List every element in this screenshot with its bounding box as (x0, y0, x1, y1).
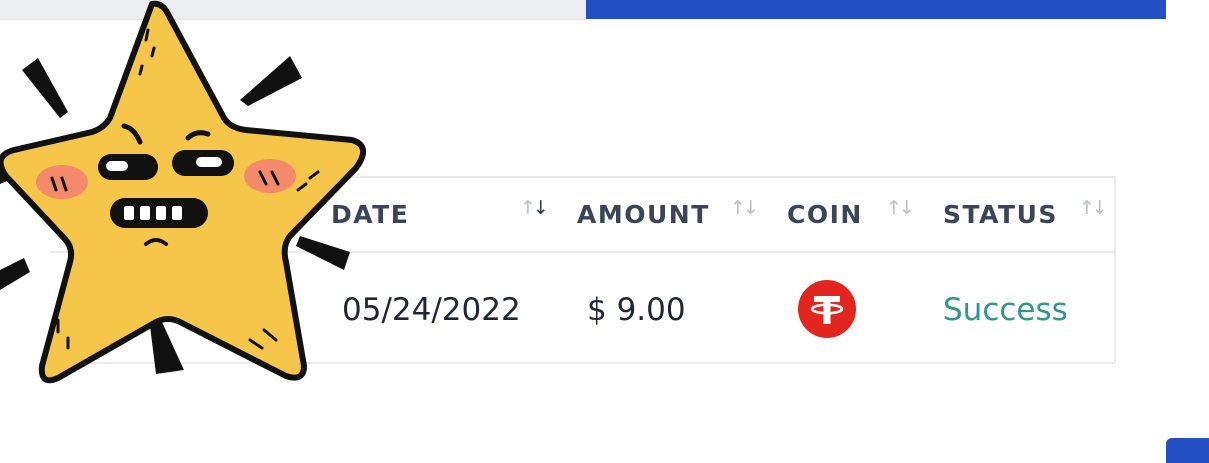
tab-active[interactable] (586, 0, 1166, 19)
sort-icon[interactable]: ↑↓ (886, 197, 915, 219)
column-header-amount[interactable]: AMOUNT (577, 200, 710, 230)
status-badge: Success (943, 292, 1068, 328)
column-header-status[interactable]: STATUS (943, 200, 1058, 230)
column-header-coin[interactable]: COIN (787, 200, 863, 230)
sort-icon[interactable]: ↑↓ (520, 197, 549, 219)
amount-cell: $ 9.00 (587, 292, 686, 328)
star-sticker (0, 0, 366, 384)
sort-icon[interactable]: ↑↓ (1079, 197, 1108, 219)
sort-icon[interactable]: ↑↓ (730, 197, 759, 219)
action-button[interactable] (1166, 438, 1209, 463)
tether-icon (798, 280, 856, 338)
